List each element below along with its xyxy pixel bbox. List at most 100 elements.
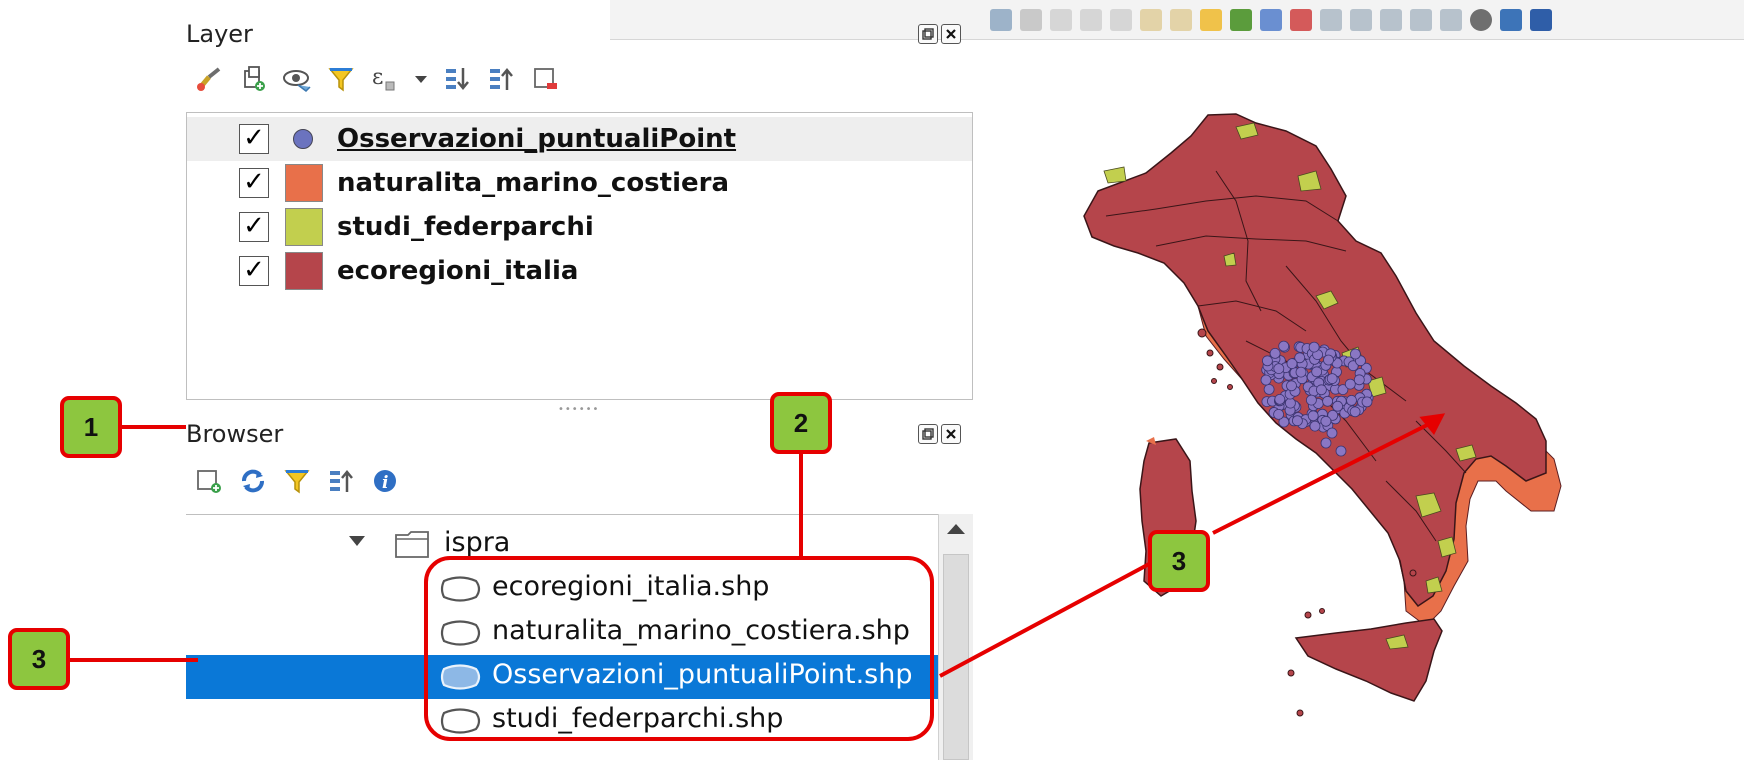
map-canvas[interactable]	[986, 41, 1744, 760]
observation-point	[1305, 394, 1317, 406]
label-abc-icon[interactable]	[1200, 8, 1222, 31]
observation-point	[1307, 410, 1319, 422]
close-icon	[946, 29, 956, 39]
layer-row-ecoregioni[interactable]: ✓ ecoregioni_italia	[187, 249, 972, 293]
observation-point	[1320, 415, 1332, 427]
style-brush-icon[interactable]	[194, 64, 224, 94]
svg-text:ε: ε	[372, 65, 383, 90]
observation-point	[1349, 348, 1361, 360]
dropdown-arrow-icon[interactable]	[414, 64, 428, 94]
layer-visibility-checkbox[interactable]: ✓	[239, 256, 269, 286]
observation-point	[1260, 374, 1272, 386]
observation-point	[1295, 366, 1307, 378]
observation-point	[1291, 415, 1303, 427]
sicily-polygon	[1294, 618, 1443, 702]
observation-point	[1311, 366, 1323, 378]
browser-toolbar: i	[194, 466, 400, 496]
paste-icon[interactable]	[1110, 8, 1132, 31]
callout-3-map: 3	[1148, 530, 1210, 592]
copy-icon[interactable]	[1080, 8, 1102, 31]
layer-name: studi_federparchi	[337, 212, 594, 242]
panel-splitter-handle[interactable]: ••••••	[558, 404, 598, 415]
layer-name: Osservazioni_puntualiPoint	[337, 124, 737, 154]
help-icon[interactable]	[1530, 8, 1552, 31]
filter-funnel-icon[interactable]	[282, 466, 312, 496]
observation-point	[1273, 408, 1285, 420]
italy-map	[1083, 113, 1562, 717]
layers-dock-buttons	[918, 24, 961, 44]
layer-visibility-checkbox[interactable]: ✓	[239, 212, 269, 242]
python-icon[interactable]	[1500, 8, 1522, 31]
observation-point	[1346, 394, 1357, 406]
float-icon	[922, 428, 934, 440]
observation-point	[1361, 396, 1373, 408]
close-panel-button[interactable]	[941, 424, 961, 444]
observation-point	[1284, 397, 1296, 409]
layers-panel-title: Layer	[186, 20, 253, 48]
float-panel-button[interactable]	[918, 424, 938, 444]
collapse-all-icon[interactable]	[486, 64, 516, 94]
observation-point	[1326, 373, 1338, 385]
refresh-icon[interactable]	[238, 466, 268, 496]
files-highlight-frame	[424, 556, 934, 741]
label-tool-icon[interactable]	[1320, 8, 1342, 31]
float-icon	[922, 28, 934, 40]
expand-all-icon[interactable]	[442, 64, 472, 94]
add-group-icon[interactable]	[238, 64, 268, 94]
observation-point	[1349, 406, 1361, 418]
layers-tree: ✓ Osservazioni_puntualiPoint ✓ naturalit…	[186, 112, 973, 400]
observation-point	[1335, 445, 1347, 457]
expression-filter-icon[interactable]: ε	[370, 64, 400, 94]
folder-name: ispra	[444, 527, 511, 558]
float-panel-button[interactable]	[918, 24, 938, 44]
layer-visibility-checkbox[interactable]: ✓	[239, 168, 269, 198]
edit-pencil-icon[interactable]	[990, 8, 1012, 31]
callout-2: 2	[770, 392, 832, 454]
point-symbol-icon	[293, 129, 313, 149]
scroll-thumb[interactable]	[943, 554, 969, 760]
delete-icon[interactable]	[1020, 8, 1042, 31]
observation-point	[1274, 393, 1286, 405]
observation-point	[1286, 358, 1298, 370]
collapse-all-icon[interactable]	[326, 466, 356, 496]
layer-name: ecoregioni_italia	[337, 256, 579, 286]
filter-funnel-icon[interactable]	[326, 64, 356, 94]
visibility-eye-icon[interactable]	[282, 64, 312, 94]
redo-icon[interactable]	[1170, 8, 1192, 31]
observation-point	[1308, 341, 1320, 353]
label-tool-icon[interactable]	[1440, 8, 1462, 31]
label-tool-icon[interactable]	[1410, 8, 1432, 31]
undo-icon[interactable]	[1140, 8, 1162, 31]
close-panel-button[interactable]	[941, 24, 961, 44]
layer-row-naturalita[interactable]: ✓ naturalita_marino_costiera	[187, 161, 972, 205]
observation-point	[1261, 355, 1273, 367]
label-pin-icon[interactable]	[1260, 8, 1282, 31]
layer-row-federparchi[interactable]: ✓ studi_federparchi	[187, 205, 972, 249]
observation-point	[1326, 427, 1338, 439]
svg-text:i: i	[382, 473, 388, 493]
properties-info-icon[interactable]: i	[370, 466, 400, 496]
layer-row-osservazioni[interactable]: ✓ Osservazioni_puntualiPoint	[187, 117, 972, 161]
remove-layer-icon[interactable]	[530, 64, 560, 94]
callout-3-browser: 3	[8, 628, 70, 690]
observation-point	[1332, 400, 1344, 412]
observation-point	[1353, 374, 1365, 386]
add-layer-icon[interactable]	[194, 466, 224, 496]
map-toolbar	[610, 0, 1744, 40]
observation-point	[1278, 340, 1290, 352]
observation-point	[1315, 384, 1327, 396]
observation-point	[1273, 363, 1285, 375]
fill-symbol-icon	[285, 252, 323, 290]
browser-dock-buttons	[918, 424, 961, 444]
cut-icon[interactable]	[1050, 8, 1072, 31]
label-style-icon[interactable]	[1230, 8, 1252, 31]
layer-visibility-checkbox[interactable]: ✓	[239, 124, 269, 154]
close-icon	[946, 429, 956, 439]
label-tool-icon[interactable]	[1380, 8, 1402, 31]
plugin-icon[interactable]	[1470, 8, 1492, 31]
label-tool-icon[interactable]	[1350, 8, 1372, 31]
browser-scrollbar[interactable]	[938, 514, 973, 760]
scroll-up-arrow-icon[interactable]	[947, 524, 965, 534]
label-hide-icon[interactable]	[1290, 8, 1312, 31]
expand-arrow-icon[interactable]	[348, 535, 366, 549]
